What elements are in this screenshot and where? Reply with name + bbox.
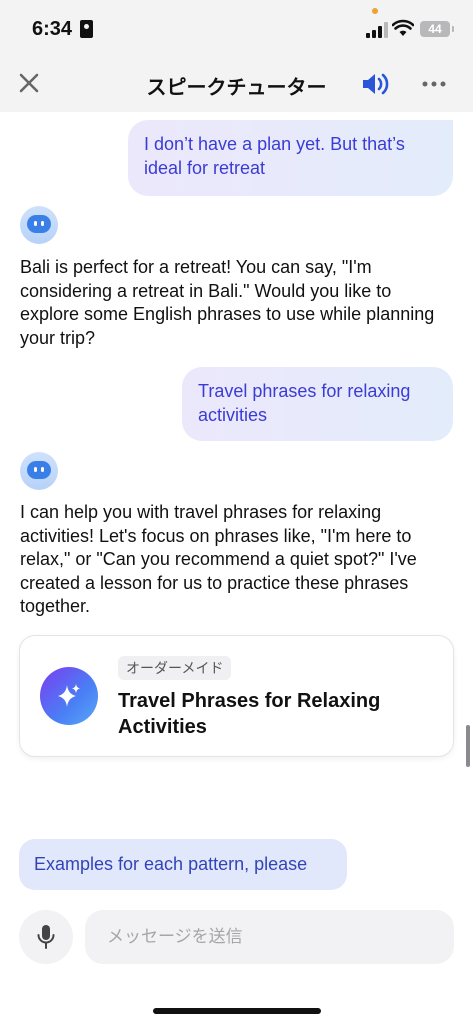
- home-indicator[interactable]: [153, 1008, 321, 1014]
- tutor-avatar: [20, 206, 58, 244]
- status-time: 6:34: [32, 18, 73, 40]
- status-bar: 6:34 44: [0, 0, 473, 56]
- user-message: I don’t have a plan yet. But that’s idea…: [128, 120, 453, 196]
- tutor-message: Bali is perfect for a retreat! You can s…: [20, 257, 435, 348]
- page-title: スピークチューター: [146, 77, 327, 99]
- privacy-indicator: [372, 8, 378, 14]
- user-message: Travel phrases for relaxing activities: [182, 367, 453, 441]
- wifi-icon: [392, 19, 414, 36]
- mic-icon: [37, 925, 55, 949]
- lesson-title: Travel Phrases for Relaxing Activities: [118, 690, 381, 738]
- battery-icon: 44: [420, 21, 454, 37]
- lesson-card[interactable]: オーダーメイド Travel Phrases for Relaxing Acti…: [19, 635, 454, 757]
- suggestion-chip[interactable]: Examples for each pattern, please: [19, 839, 347, 890]
- tutor-avatar: [20, 452, 58, 490]
- sparkle-icon: [40, 667, 98, 725]
- speaker-icon[interactable]: [360, 70, 392, 98]
- signal-icon: [366, 22, 388, 38]
- scrollbar[interactable]: [466, 725, 470, 767]
- nav-bar: スピークチューター: [0, 56, 473, 112]
- custom-badge: オーダーメイド: [118, 656, 232, 680]
- lock-icon: [80, 20, 93, 38]
- mic-button[interactable]: [19, 910, 73, 964]
- more-icon[interactable]: [420, 70, 448, 98]
- tutor-message: I can help you with travel phrases for r…: [20, 502, 417, 616]
- message-input[interactable]: [85, 910, 454, 964]
